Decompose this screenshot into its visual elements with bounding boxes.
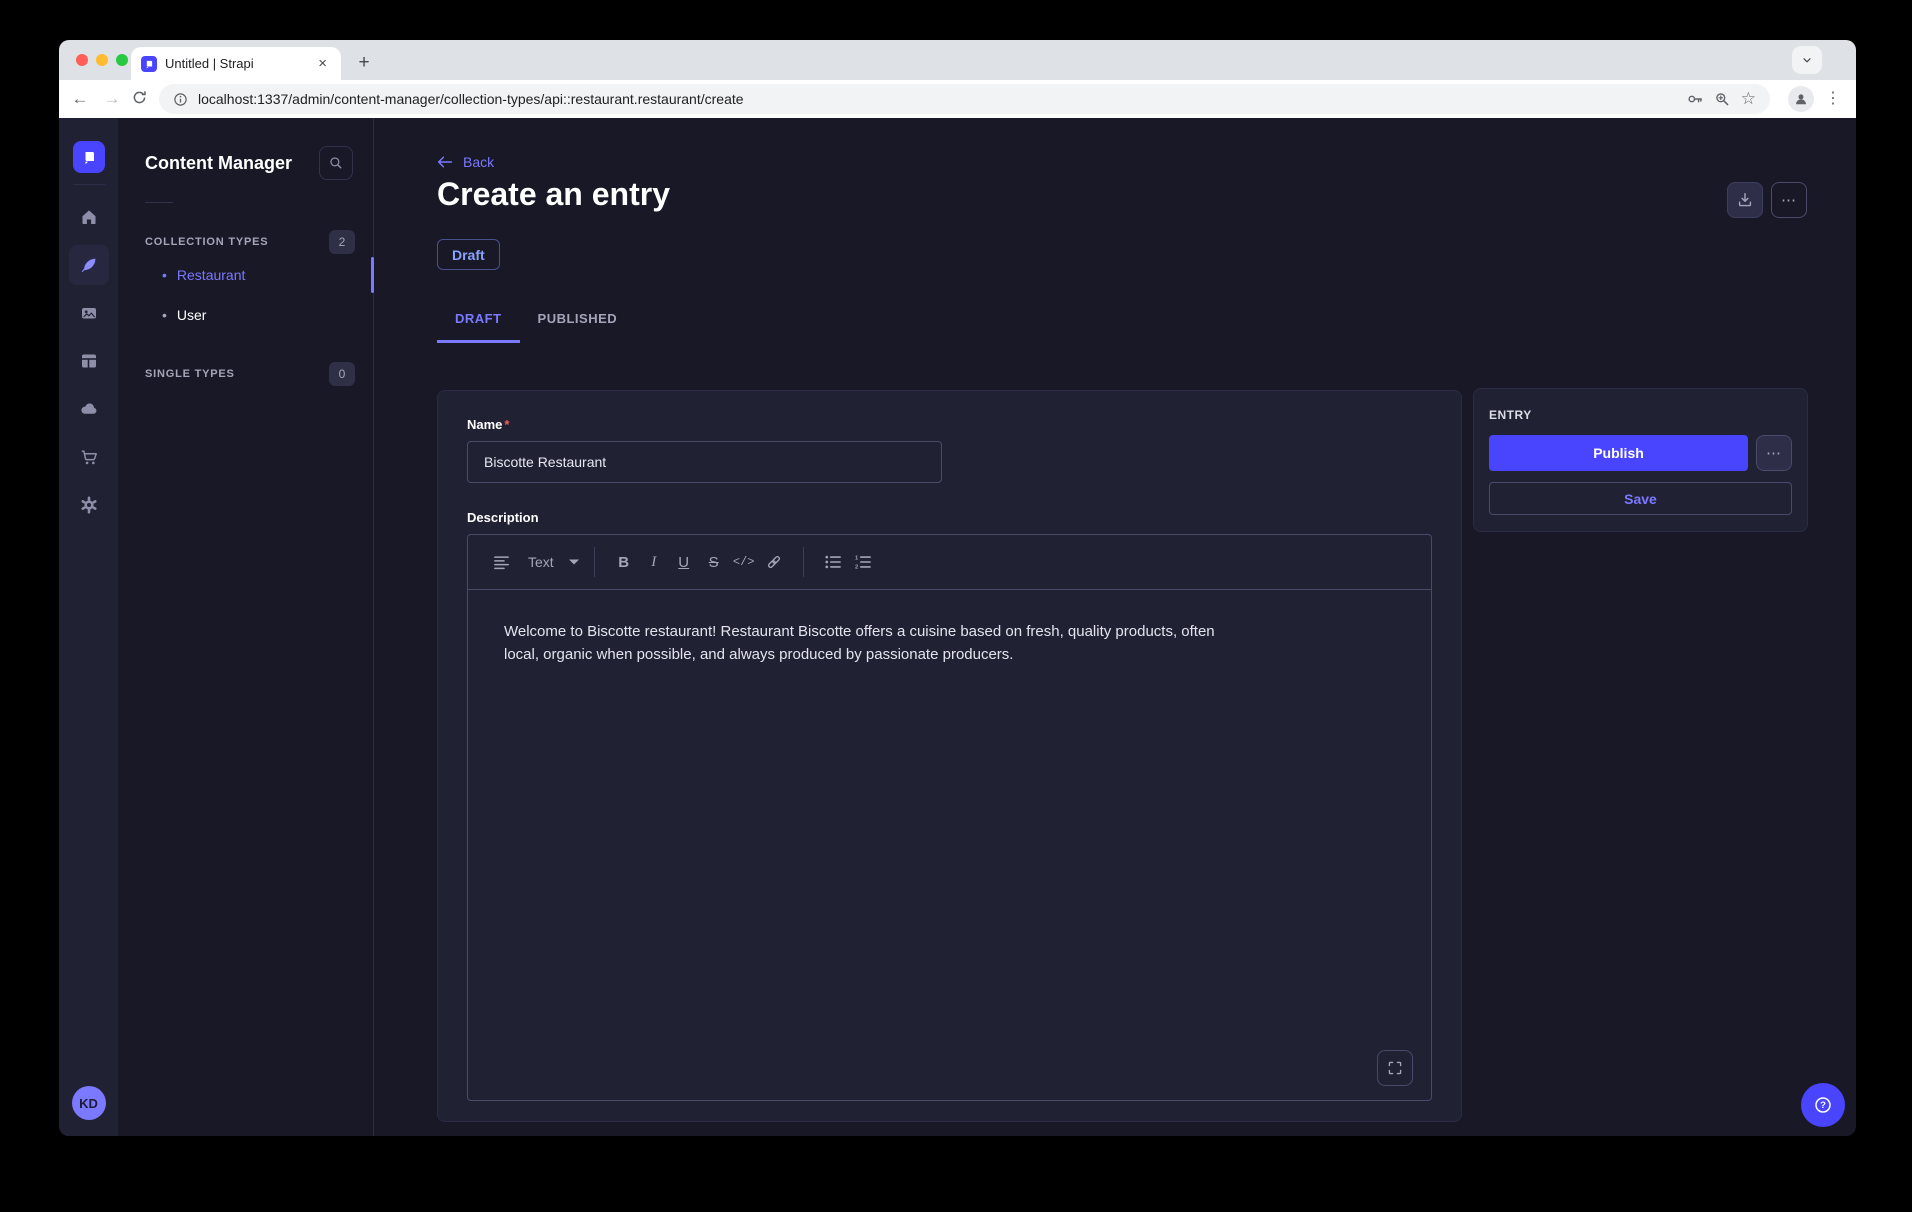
- url-text[interactable]: localhost:1337/admin/content-manager/col…: [198, 91, 1676, 107]
- text-align-icon[interactable]: [486, 547, 516, 577]
- rail-divider: [73, 184, 105, 185]
- chevron-down-icon: [568, 558, 580, 566]
- svg-text:2: 2: [855, 565, 858, 570]
- header-actions: ⋯: [1727, 182, 1807, 218]
- settings-gear-icon[interactable]: [69, 485, 109, 525]
- minimize-window-button[interactable]: [96, 54, 108, 66]
- user-avatar[interactable]: KD: [72, 1086, 106, 1120]
- tab-search-chevron-icon[interactable]: [1792, 46, 1822, 74]
- bookmark-star-icon[interactable]: ☆: [1741, 89, 1756, 109]
- entry-panel: ENTRY Publish ⋯ Save: [1473, 388, 1808, 532]
- page-title: Create an entry: [437, 176, 670, 213]
- help-button[interactable]: ?: [1801, 1083, 1845, 1127]
- block-type-select[interactable]: Text: [528, 554, 580, 570]
- underline-button[interactable]: U: [669, 547, 699, 577]
- browser-reload-button[interactable]: [131, 89, 157, 106]
- back-arrow-icon: [437, 155, 453, 169]
- single-types-count-badge: 0: [329, 362, 355, 386]
- collection-types-count-badge: 2: [329, 230, 355, 254]
- collection-types-section-header: COLLECTION TYPES 2: [118, 229, 373, 255]
- strapi-favicon-icon: [141, 56, 157, 72]
- richtext-toolbar: Text B I U S </>: [468, 535, 1431, 590]
- sidebar-item-restaurant[interactable]: • Restaurant: [118, 255, 373, 295]
- browser-menu-icon[interactable]: ⋮: [1825, 88, 1842, 108]
- entry-panel-title: ENTRY: [1489, 408, 1792, 422]
- content-type-builder-icon[interactable]: [69, 341, 109, 381]
- export-download-button[interactable]: [1727, 182, 1763, 218]
- browser-back-button[interactable]: ←: [67, 89, 93, 109]
- traffic-lights: [76, 54, 128, 66]
- browser-toolbar: ← → localhost:1337/admin/content-manager…: [59, 80, 1856, 118]
- strikethrough-button[interactable]: S: [699, 547, 729, 577]
- status-badge: Draft: [437, 239, 500, 270]
- site-info-icon[interactable]: [173, 92, 188, 107]
- entry-form-card: Name* Description Text: [437, 390, 1462, 1122]
- richtext-editor: Text B I U S </>: [467, 534, 1432, 1101]
- content-manager-feather-icon[interactable]: [69, 245, 109, 285]
- marketplace-cart-icon[interactable]: [69, 437, 109, 477]
- tab-draft[interactable]: DRAFT: [437, 303, 520, 343]
- password-key-icon[interactable]: [1686, 90, 1704, 108]
- publish-button[interactable]: Publish: [1489, 435, 1748, 471]
- browser-forward-button[interactable]: →: [99, 89, 125, 109]
- browser-window: Untitled | Strapi × + ← → localhost:1337…: [59, 40, 1856, 1136]
- name-input[interactable]: [467, 441, 942, 483]
- close-window-button[interactable]: [76, 54, 88, 66]
- browser-tabstrip: Untitled | Strapi × +: [59, 40, 1856, 80]
- main-content: Back Create an entry Draft ⋯ DRAFT PUBLI…: [374, 118, 1856, 1136]
- tab-published[interactable]: PUBLISHED: [520, 303, 636, 343]
- browser-profile-avatar[interactable]: [1788, 86, 1814, 112]
- save-button[interactable]: Save: [1489, 482, 1792, 515]
- subnav-title: Content Manager: [145, 153, 292, 174]
- content-manager-subnav: Content Manager COLLECTION TYPES 2 • Res…: [118, 118, 374, 1136]
- svg-text:?: ?: [1820, 1100, 1826, 1111]
- media-library-icon[interactable]: [69, 293, 109, 333]
- draft-published-tabs: DRAFT PUBLISHED: [437, 303, 635, 343]
- strapi-app: KD Content Manager COLLECTION TYPES 2 • …: [59, 118, 1856, 1136]
- numbered-list-icon[interactable]: 12: [848, 547, 878, 577]
- italic-button[interactable]: I: [639, 547, 669, 577]
- single-types-section-header: SINGLE TYPES 0: [118, 361, 373, 387]
- search-icon[interactable]: [319, 146, 353, 180]
- required-asterisk: *: [504, 417, 509, 432]
- home-icon[interactable]: [69, 197, 109, 237]
- more-actions-button[interactable]: ⋯: [1771, 182, 1807, 218]
- tab-close-icon[interactable]: ×: [314, 54, 331, 73]
- sidebar-item-label: Restaurant: [177, 267, 245, 283]
- entry-more-button[interactable]: ⋯: [1756, 435, 1792, 471]
- bullet-icon: •: [162, 267, 167, 283]
- tab-title: Untitled | Strapi: [165, 56, 306, 71]
- strapi-logo[interactable]: [73, 141, 105, 173]
- bulleted-list-icon[interactable]: [818, 547, 848, 577]
- new-tab-button[interactable]: +: [351, 50, 377, 76]
- fullscreen-window-button[interactable]: [116, 54, 128, 66]
- main-nav-rail: KD: [59, 118, 118, 1136]
- richtext-content[interactable]: Welcome to Biscotte restaurant! Restaura…: [468, 590, 1278, 697]
- sidebar-item-label: User: [177, 307, 207, 323]
- link-icon[interactable]: [759, 547, 789, 577]
- browser-tab[interactable]: Untitled | Strapi ×: [131, 47, 341, 80]
- svg-text:1: 1: [855, 555, 859, 561]
- expand-editor-button[interactable]: [1377, 1050, 1413, 1086]
- name-field-label: Name*: [467, 417, 1432, 432]
- back-link[interactable]: Back: [437, 154, 494, 170]
- sidebar-item-user[interactable]: • User: [118, 295, 373, 335]
- zoom-in-icon[interactable]: [1714, 91, 1731, 108]
- subnav-divider: [145, 202, 173, 203]
- address-bar[interactable]: localhost:1337/admin/content-manager/col…: [159, 84, 1770, 114]
- toolbar-divider: [594, 547, 595, 577]
- toolbar-divider: [803, 547, 804, 577]
- code-button[interactable]: </>: [729, 547, 759, 577]
- bullet-icon: •: [162, 307, 167, 323]
- bold-button[interactable]: B: [609, 547, 639, 577]
- description-field-label: Description: [467, 510, 1432, 525]
- deploy-cloud-icon[interactable]: [69, 389, 109, 429]
